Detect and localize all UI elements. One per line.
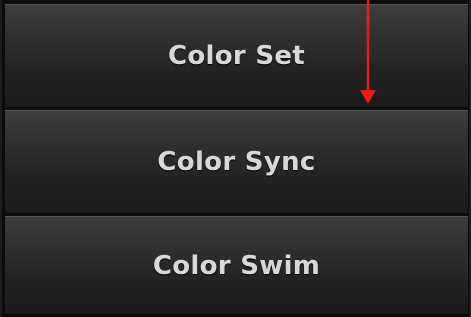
- color-set-label: Color Set: [167, 41, 306, 71]
- color-menu-panel: Color Set Color Sync Color Swim: [0, 0, 471, 317]
- color-set-button[interactable]: Color Set: [5, 4, 468, 108]
- color-sync-button[interactable]: Color Sync: [5, 110, 468, 214]
- color-swim-button[interactable]: Color Swim: [5, 216, 468, 315]
- color-swim-label: Color Swim: [152, 250, 321, 281]
- color-sync-label: Color Sync: [157, 147, 316, 177]
